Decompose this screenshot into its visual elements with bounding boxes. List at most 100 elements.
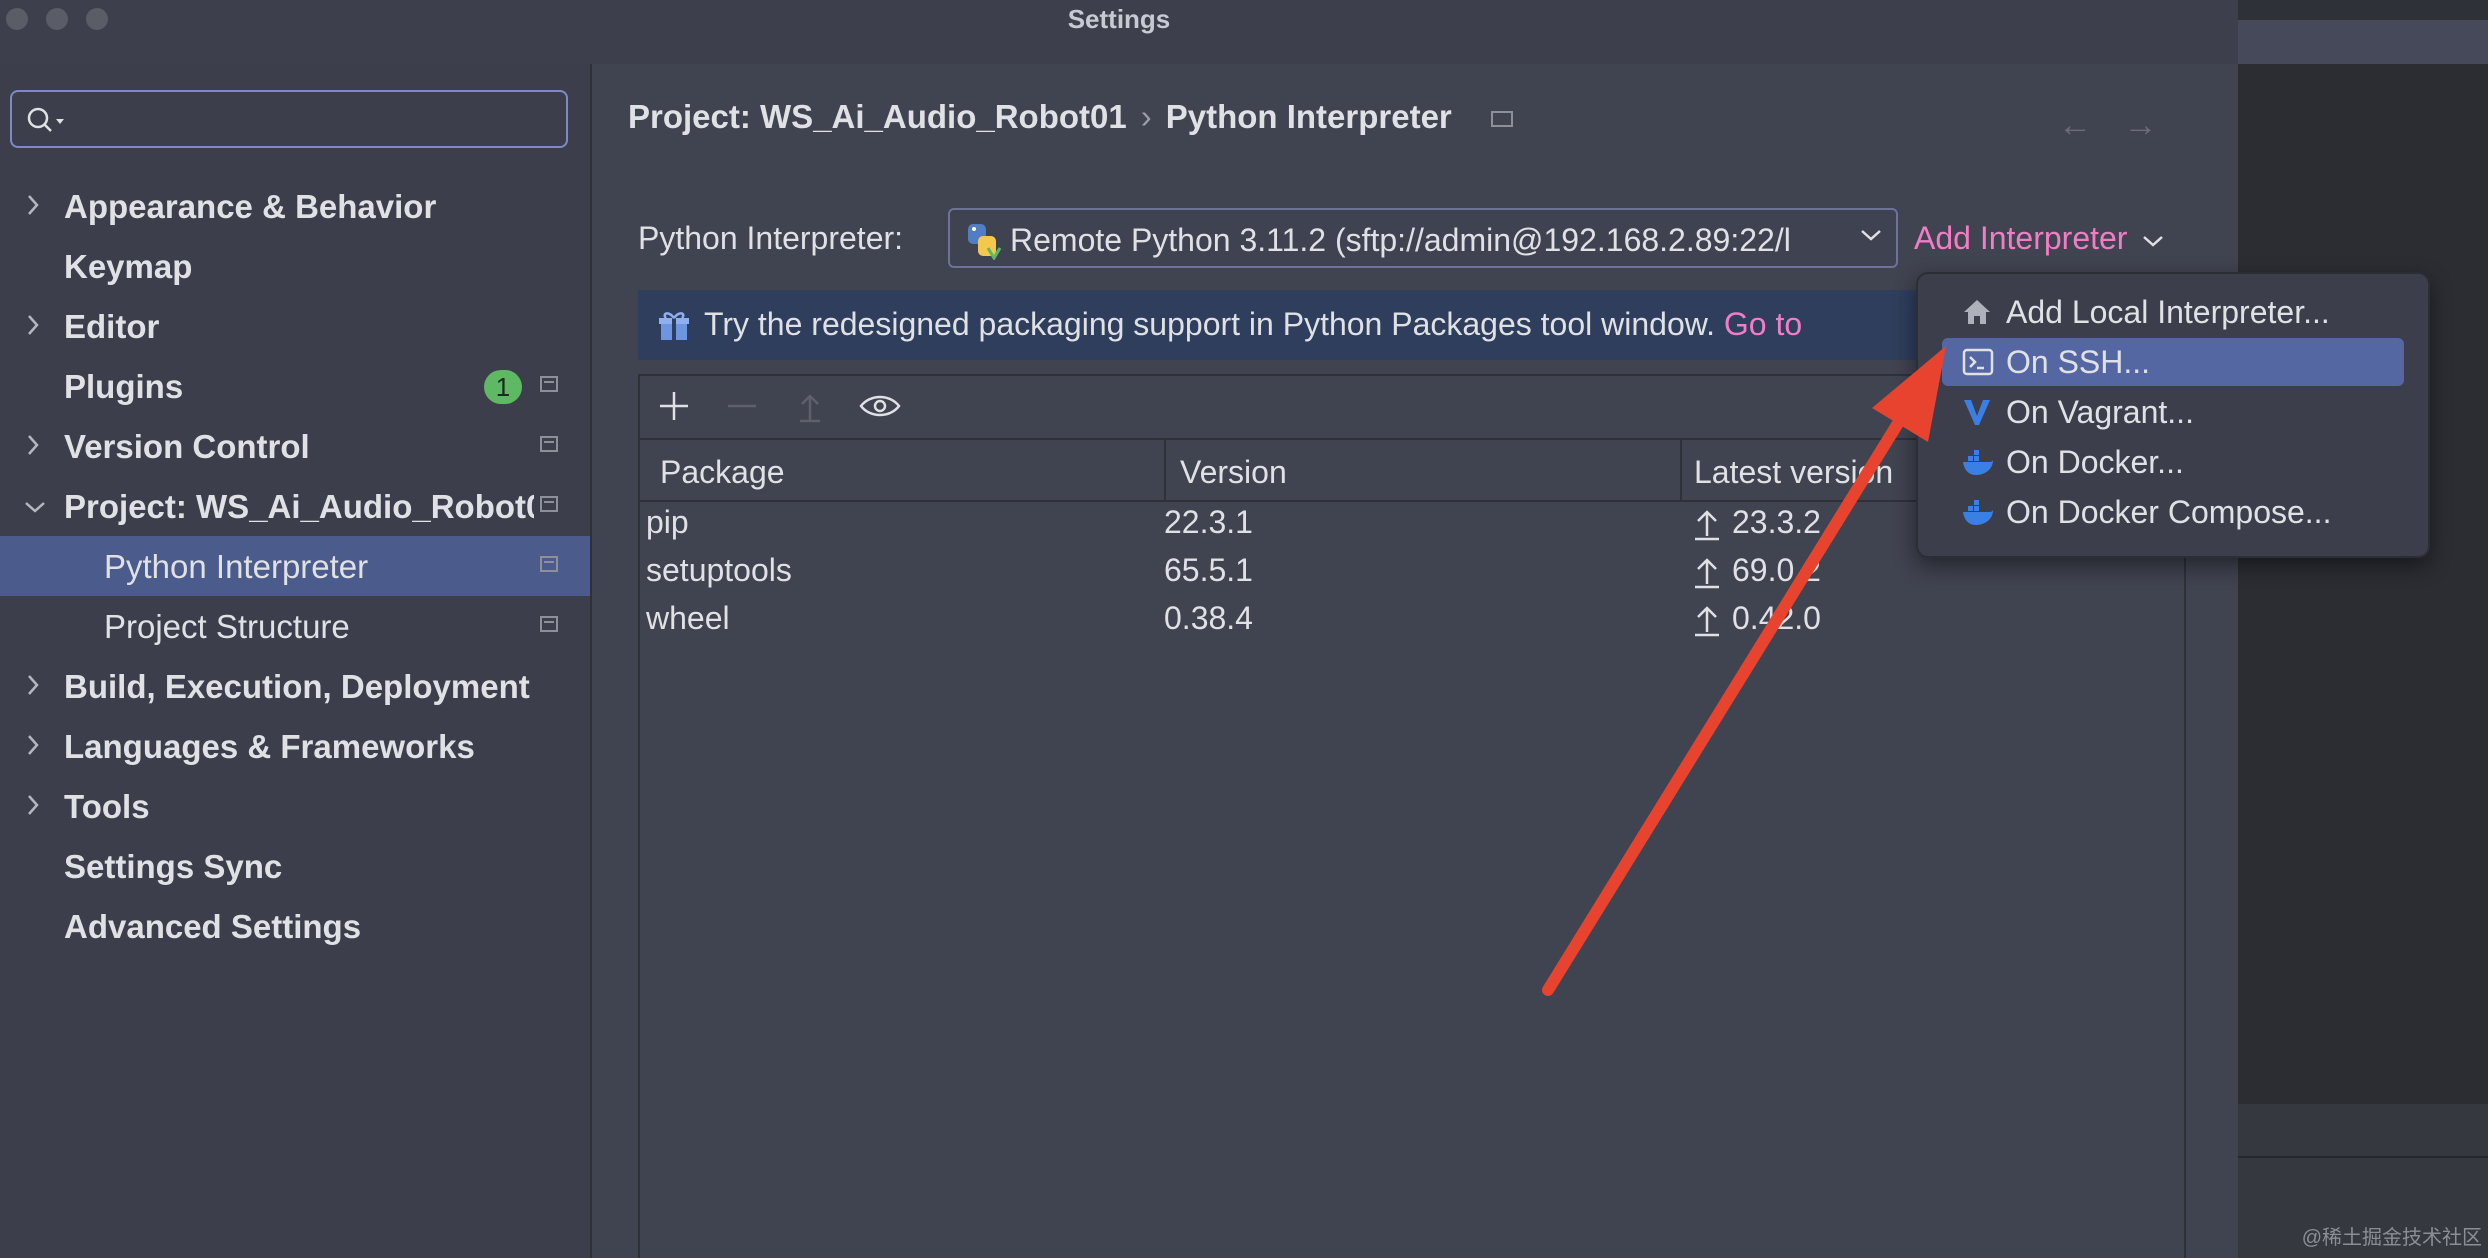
upgrade-available-icon bbox=[1692, 604, 1722, 638]
search-icon bbox=[26, 106, 70, 136]
sidebar-item-version-control[interactable]: Version Control bbox=[0, 416, 590, 476]
settings-window: Settings Appearance & Behavior Keymap Ed… bbox=[0, 0, 2238, 1258]
breadcrumb-current: Python Interpreter bbox=[1166, 98, 1452, 135]
project-level-icon bbox=[540, 436, 558, 452]
docker-icon bbox=[1962, 448, 1994, 476]
chevron-right-icon bbox=[26, 674, 40, 696]
package-name: pip bbox=[646, 504, 689, 541]
settings-content: Project: WS_Ai_Audio_Robot01 › Python Inte… bbox=[592, 64, 2238, 1258]
sidebar-item-advanced-settings[interactable]: Advanced Settings bbox=[0, 896, 590, 956]
search-input[interactable] bbox=[10, 90, 568, 148]
project-level-icon bbox=[1491, 111, 1513, 127]
package-name: wheel bbox=[646, 600, 730, 637]
column-divider[interactable] bbox=[1164, 440, 1166, 500]
sidebar-item-appearance[interactable]: Appearance & Behavior bbox=[0, 176, 590, 236]
sidebar-item-label: Python Interpreter bbox=[104, 548, 368, 586]
breadcrumb-project[interactable]: Project: WS_Ai_Audio_Robot01 bbox=[628, 98, 1127, 135]
breadcrumb: Project: WS_Ai_Audio_Robot01 › Python Inte… bbox=[628, 98, 1513, 136]
add-interpreter-menu: Add Local Interpreter... On SSH... On Va… bbox=[1916, 272, 2430, 558]
menu-item-on-ssh[interactable]: On SSH... bbox=[1942, 338, 2404, 386]
sidebar-item-label: Languages & Frameworks bbox=[64, 728, 475, 766]
menu-item-label: Add Local Interpreter... bbox=[2006, 294, 2330, 331]
upgrade-available-icon bbox=[1692, 508, 1722, 542]
docker-compose-icon bbox=[1962, 498, 1994, 526]
column-header-version[interactable]: Version bbox=[1180, 454, 1287, 491]
menu-item-on-docker-compose[interactable]: On Docker Compose... bbox=[1942, 488, 2404, 536]
menu-item-add-local[interactable]: Add Local Interpreter... bbox=[1942, 288, 2404, 336]
window-title: Settings bbox=[0, 4, 2238, 35]
sidebar-item-keymap[interactable]: Keymap bbox=[0, 236, 590, 296]
breadcrumb-separator: › bbox=[1141, 98, 1152, 135]
forward-arrow-icon[interactable]: → bbox=[2123, 106, 2157, 144]
background-ide-pane: @稀土掘金技术社区 bbox=[2238, 0, 2488, 1258]
sidebar-item-label: Tools bbox=[64, 788, 150, 826]
watermark: @稀土掘金技术社区 bbox=[2302, 1221, 2482, 1250]
column-divider[interactable] bbox=[1680, 440, 1682, 500]
menu-item-label: On Docker... bbox=[2006, 444, 2184, 481]
chevron-right-icon bbox=[26, 734, 40, 756]
title-bar: Settings bbox=[0, 0, 2238, 64]
sidebar-item-python-interpreter[interactable]: Python Interpreter bbox=[0, 536, 590, 596]
sidebar-item-label: Project Structure bbox=[104, 608, 350, 646]
vagrant-icon bbox=[1962, 398, 1992, 426]
plugins-update-badge: 1 bbox=[484, 370, 522, 404]
interpreter-select[interactable]: Remote Python 3.11.2 (sftp://admin@192.1… bbox=[948, 208, 1898, 268]
gift-icon bbox=[658, 310, 690, 342]
column-header-latest[interactable]: Latest version bbox=[1694, 454, 1893, 491]
settings-sidebar: Appearance & Behavior Keymap Editor Plug… bbox=[0, 64, 592, 1258]
python-icon bbox=[964, 222, 1002, 260]
package-version: 22.3.1 bbox=[1164, 504, 1253, 541]
sidebar-item-build[interactable]: Build, Execution, Deployment bbox=[0, 656, 590, 716]
menu-item-label: On SSH... bbox=[2006, 344, 2150, 381]
sidebar-item-label: Project: WS_Ai_Audio_Robot0 bbox=[64, 488, 534, 526]
package-latest: 0.42.0 bbox=[1732, 600, 1821, 637]
project-level-icon bbox=[540, 376, 558, 392]
history-nav: ← → bbox=[2058, 106, 2157, 145]
sidebar-item-languages[interactable]: Languages & Frameworks bbox=[0, 716, 590, 776]
upgrade-icon[interactable] bbox=[792, 388, 828, 424]
table-row[interactable]: wheel 0.38.4 0.42.0 bbox=[640, 596, 2184, 644]
background-divider bbox=[2238, 1156, 2488, 1158]
interpreter-label: Python Interpreter: bbox=[638, 220, 903, 257]
sidebar-item-label: Build, Execution, Deployment bbox=[64, 668, 530, 706]
sidebar-item-label: Keymap bbox=[64, 248, 192, 286]
remove-icon[interactable] bbox=[724, 388, 760, 424]
chevron-right-icon bbox=[26, 194, 40, 216]
chevron-down-icon bbox=[1860, 228, 1882, 242]
column-header-package[interactable]: Package bbox=[660, 454, 785, 491]
add-interpreter-button[interactable]: Add Interpreter bbox=[1914, 220, 2164, 257]
chevron-right-icon bbox=[26, 794, 40, 816]
menu-item-on-docker[interactable]: On Docker... bbox=[1942, 438, 2404, 486]
chevron-right-icon bbox=[26, 434, 40, 456]
sidebar-item-editor[interactable]: Editor bbox=[0, 296, 590, 356]
chevron-down-icon bbox=[24, 500, 46, 514]
sidebar-item-settings-sync[interactable]: Settings Sync bbox=[0, 836, 590, 896]
package-latest: 69.0.2 bbox=[1732, 552, 1821, 589]
sidebar-item-label: Advanced Settings bbox=[64, 908, 361, 946]
project-level-icon bbox=[540, 556, 558, 572]
eye-icon[interactable] bbox=[858, 388, 902, 424]
menu-item-on-vagrant[interactable]: On Vagrant... bbox=[1942, 388, 2404, 436]
sidebar-item-tools[interactable]: Tools bbox=[0, 776, 590, 836]
background-tab-bar bbox=[2238, 20, 2488, 64]
add-interpreter-label: Add Interpreter bbox=[1914, 220, 2127, 256]
project-level-icon bbox=[540, 496, 558, 512]
package-version: 0.38.4 bbox=[1164, 600, 1253, 637]
back-arrow-icon[interactable]: ← bbox=[2058, 106, 2092, 144]
sidebar-item-label: Plugins bbox=[64, 368, 183, 406]
sidebar-item-project[interactable]: Project: WS_Ai_Audio_Robot0 bbox=[0, 476, 590, 536]
sidebar-item-project-structure[interactable]: Project Structure bbox=[0, 596, 590, 656]
package-latest: 23.3.2 bbox=[1732, 504, 1821, 541]
chevron-right-icon bbox=[26, 314, 40, 336]
menu-item-label: On Vagrant... bbox=[2006, 394, 2194, 431]
banner-text: Try the redesigned packaging support in … bbox=[704, 306, 1715, 342]
sidebar-item-label: Editor bbox=[64, 308, 159, 346]
sidebar-item-label: Settings Sync bbox=[64, 848, 282, 886]
banner-link[interactable]: Go to bbox=[1724, 306, 1802, 342]
add-icon[interactable] bbox=[656, 388, 692, 424]
project-level-icon bbox=[540, 616, 558, 632]
interpreter-value: Remote Python 3.11.2 (sftp://admin@192.1… bbox=[1010, 222, 1840, 259]
home-icon bbox=[1962, 298, 1992, 326]
sidebar-item-plugins[interactable]: Plugins 1 bbox=[0, 356, 590, 416]
packaging-banner: Try the redesigned packaging support in … bbox=[638, 290, 1964, 360]
